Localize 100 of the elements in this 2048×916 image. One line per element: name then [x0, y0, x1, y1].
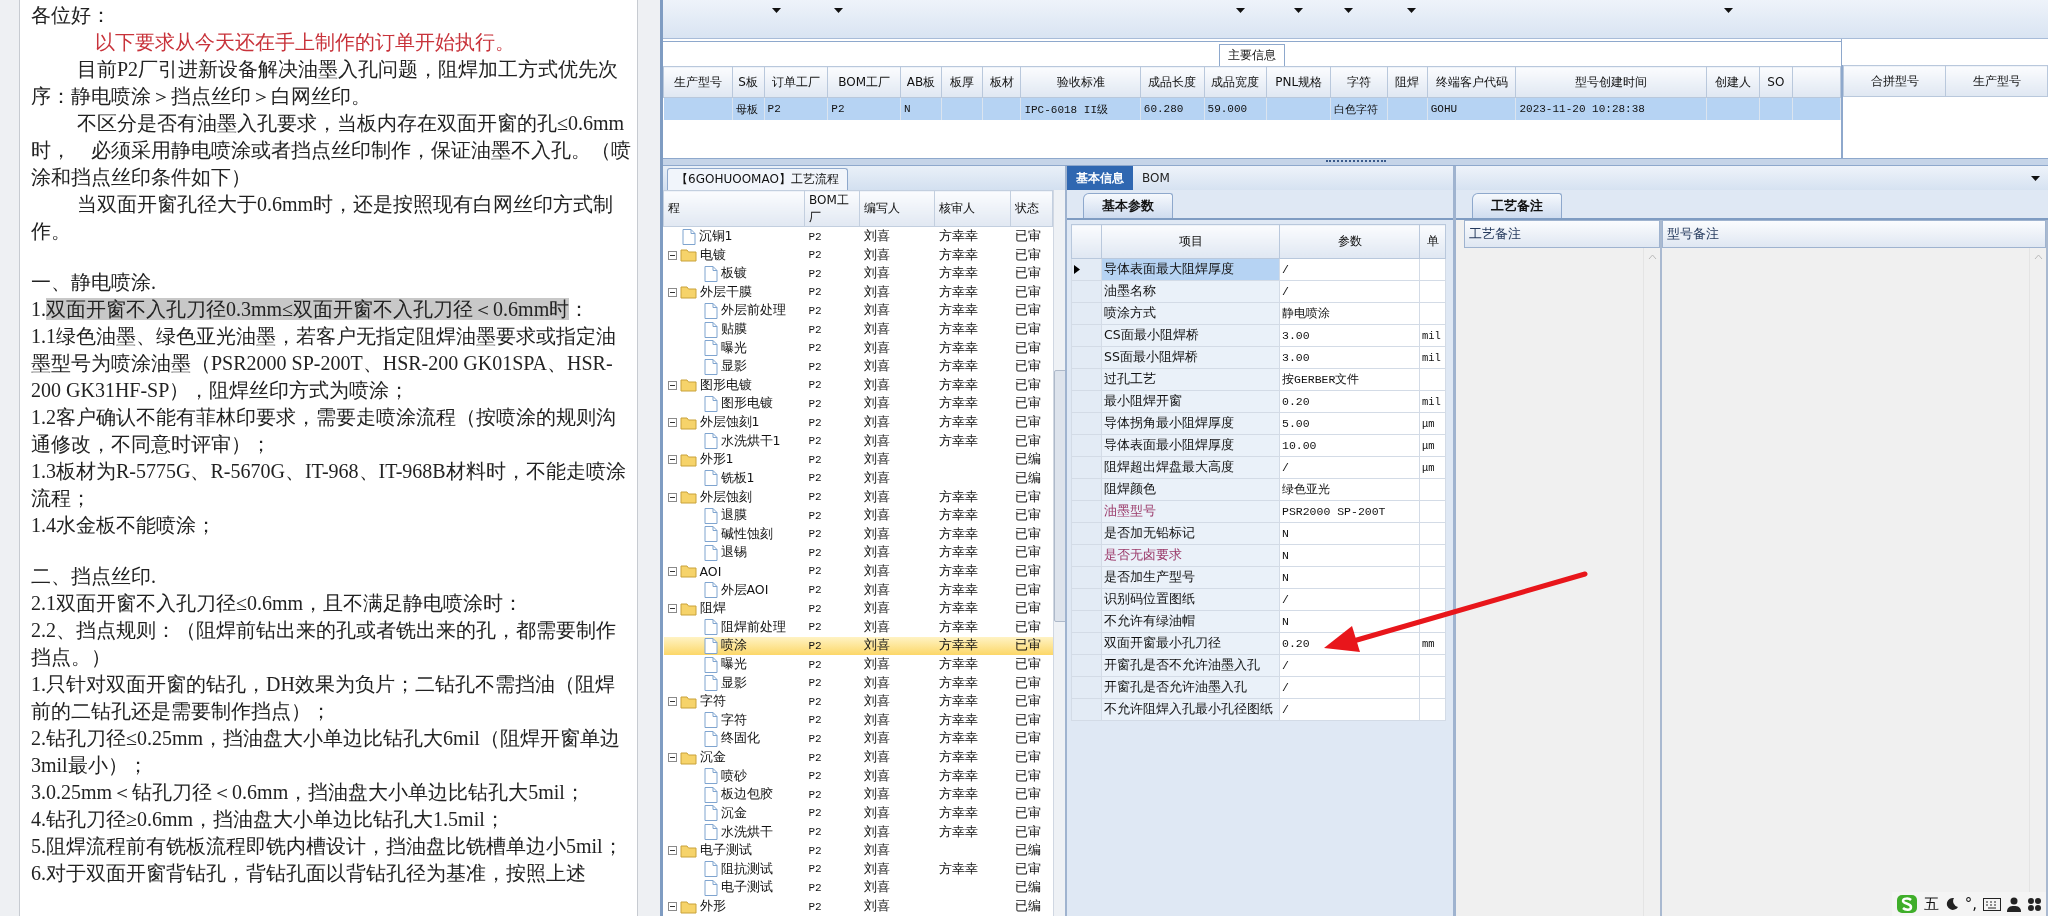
tree-row[interactable]: 字符 P2 刘喜 方幸幸 已审: [663, 711, 1053, 730]
tree-row[interactable]: 板边包胶 P2 刘喜 方幸幸 已审: [663, 785, 1053, 805]
column-header[interactable]: 型号创建时间: [1515, 66, 1707, 98]
column-header[interactable]: 状态: [1010, 190, 1053, 227]
column-header[interactable]: 合拼型号: [1843, 65, 1946, 97]
splitter-grip[interactable]: [1325, 160, 1386, 164]
param-row[interactable]: 油墨名称 /: [1071, 280, 1446, 303]
collapse-icon[interactable]: [667, 697, 677, 707]
tree-row[interactable]: 终固化 P2 刘喜 方幸幸 已审: [663, 729, 1053, 749]
tree-row[interactable]: 电子测试 P2 刘喜 已编: [663, 841, 1053, 860]
param-row[interactable]: 喷涂方式 静电喷涂: [1071, 302, 1446, 325]
person-icon[interactable]: [2007, 896, 2021, 912]
param-row[interactable]: 阻焊颜色 绿色亚光: [1071, 478, 1446, 501]
column-header[interactable]: S板: [732, 66, 765, 98]
tree-row[interactable]: 外层干膜 P2 刘喜 方幸幸 已审: [663, 283, 1053, 302]
param-row[interactable]: 不允许阻焊入孔最小孔径图纸 /: [1071, 698, 1446, 721]
tree-row[interactable]: 图形电镀 P2 刘喜 方幸幸 已审: [663, 376, 1053, 395]
collapse-icon[interactable]: [667, 418, 677, 428]
column-header[interactable]: 工艺备注: [1464, 220, 1660, 248]
tree-row[interactable]: 外层蚀刻1 P2 刘喜 方幸幸 已审: [663, 413, 1053, 432]
tree-row[interactable]: 电子测试 P2 刘喜 已编: [663, 878, 1053, 898]
tree-row[interactable]: 外层蚀刻 P2 刘喜 方幸幸 已审: [663, 487, 1053, 507]
menu-caret-icon[interactable]: [2031, 175, 2040, 181]
column-header[interactable]: BOM工厂: [804, 190, 860, 227]
param-row[interactable]: 导体表面最小阻焊厚度 10.00 μm: [1071, 434, 1446, 457]
column-header[interactable]: 终端客户代码: [1427, 66, 1516, 98]
tree-row[interactable]: 碱性蚀刻 P2 刘喜 方幸幸 已审: [663, 524, 1053, 544]
tree-row[interactable]: 板镀 P2 刘喜 方幸幸 已审: [663, 264, 1053, 284]
collapse-icon[interactable]: [667, 250, 677, 260]
column-header[interactable]: AB板: [900, 66, 942, 98]
collapse-icon[interactable]: [667, 753, 677, 763]
tree-row[interactable]: 沉金 P2 刘喜 方幸幸 已审: [663, 748, 1053, 767]
tree-row[interactable]: 图形电镀 P2 刘喜 方幸幸 已审: [663, 394, 1053, 414]
param-row[interactable]: 开窗孔是否不允许油墨入孔 /: [1071, 654, 1446, 677]
tree-row[interactable]: 喷砂 P2 刘喜 方幸幸 已审: [663, 766, 1053, 786]
tree-row[interactable]: 退锡 P2 刘喜 方幸幸 已审: [663, 543, 1053, 563]
column-header[interactable]: 成品长度: [1140, 66, 1205, 98]
param-row[interactable]: 最小阻焊开窗 0.20 mil: [1071, 390, 1446, 413]
tree-row[interactable]: AOI P2 刘喜 方幸幸 已审: [663, 562, 1053, 581]
moon-icon[interactable]: [1944, 897, 1959, 911]
column-header[interactable]: 型号备注: [1662, 220, 2046, 248]
collapse-icon[interactable]: [667, 287, 677, 297]
tree-row[interactable]: 铣板1 P2 刘喜 已编: [663, 469, 1053, 488]
punctuation-mode-text[interactable]: °,: [1964, 895, 1977, 913]
collapse-icon[interactable]: [667, 380, 677, 390]
param-row[interactable]: 阻焊超出焊盘最大高度 / μm: [1071, 456, 1446, 479]
column-header[interactable]: BOM工厂: [827, 66, 901, 98]
tree-row[interactable]: 曝光 P2 刘喜 方幸幸 已审: [663, 655, 1053, 674]
column-header[interactable]: 成品宽度: [1204, 66, 1267, 98]
tree-row[interactable]: 字符 P2 刘喜 方幸幸 已审: [663, 692, 1053, 712]
dropdown-caret-icon[interactable]: [1294, 8, 1303, 13]
column-header[interactable]: 创建人: [1706, 66, 1760, 98]
column-header[interactable]: 参数: [1279, 224, 1420, 259]
keyboard-icon[interactable]: [1983, 897, 2001, 911]
dropdown-caret-icon[interactable]: [1407, 8, 1416, 13]
param-row[interactable]: 不允许有绿油帽 N: [1071, 610, 1446, 633]
tree-row[interactable]: 阻抗测试 P2 刘喜 方幸幸 已审: [663, 859, 1053, 879]
collapse-icon[interactable]: [667, 604, 677, 614]
dropdown-caret-icon[interactable]: [834, 8, 843, 13]
dropdown-caret-icon[interactable]: [1236, 8, 1245, 13]
param-row[interactable]: 开窗孔是否允许油墨入孔 /: [1071, 676, 1446, 699]
collapse-icon[interactable]: [667, 455, 677, 465]
column-header[interactable]: 程: [663, 190, 805, 227]
param-row[interactable]: 是否无卤要求 N: [1071, 544, 1446, 567]
collapse-icon[interactable]: [667, 902, 677, 912]
panel-tab[interactable]: 工艺备注: [1472, 193, 1562, 218]
param-row[interactable]: 油墨型号 PSR2000 SP-200T: [1071, 500, 1446, 523]
tree-row[interactable]: 外形1 P2 刘喜 已编: [663, 450, 1053, 470]
column-header[interactable]: 项目: [1101, 224, 1280, 259]
param-row[interactable]: 识别码位置图纸 /: [1071, 588, 1446, 611]
column-header[interactable]: SO: [1759, 66, 1793, 98]
column-header[interactable]: 字符: [1330, 66, 1388, 98]
collapse-icon[interactable]: [667, 566, 677, 576]
tab[interactable]: 基本信息: [1067, 166, 1133, 190]
tree-row[interactable]: 曝光 P2 刘喜 方幸幸 已审: [663, 338, 1053, 358]
tree-row[interactable]: 阻焊前处理 P2 刘喜 方幸幸 已审: [663, 618, 1053, 637]
collapse-icon[interactable]: [667, 846, 677, 856]
param-row[interactable]: 双面开窗最小孔刀径 0.20 mm: [1071, 632, 1446, 655]
panel-tab[interactable]: 基本参数: [1083, 193, 1173, 218]
param-row[interactable]: 是否加生产型号 N: [1071, 566, 1446, 589]
column-header[interactable]: 单: [1419, 224, 1446, 259]
column-header[interactable]: 验收标准: [1020, 66, 1141, 98]
param-row[interactable]: CS面最小阻焊桥 3.00 mil: [1071, 324, 1446, 347]
tree-row[interactable]: 外层AOI P2 刘喜 方幸幸 已审: [663, 580, 1053, 600]
tree-row[interactable]: 喷涂 P2 刘喜 方幸幸 已审: [663, 636, 1053, 656]
column-header[interactable]: 板厚: [941, 66, 983, 98]
dropdown-caret-icon[interactable]: [1724, 8, 1733, 13]
input-mode-text[interactable]: 五: [1923, 894, 1939, 914]
table-row[interactable]: 母板 P2 P2 N IPC-6018 II级 60.280 59.000 白色字符 GOHU 2023-11-20 10:28:38: [663, 97, 1841, 120]
param-row[interactable]: 是否加无铅标记 N: [1071, 522, 1446, 545]
column-header[interactable]: 生产型号: [1945, 65, 2048, 97]
tree-row[interactable]: 水洗烘干 P2 刘喜 方幸幸 已审: [663, 822, 1053, 842]
column-header[interactable]: 核审人: [934, 190, 1011, 227]
column-header[interactable]: 板材: [982, 66, 1021, 98]
tree-row[interactable]: 显影 P2 刘喜 方幸幸 已审: [663, 357, 1053, 377]
column-header[interactable]: PNL规格: [1266, 66, 1331, 98]
tree-row[interactable]: 电镀 P2 刘喜 方幸幸 已审: [663, 245, 1053, 265]
tree-row[interactable]: 外形 P2 刘喜 已编: [663, 897, 1053, 916]
tree-row[interactable]: 阻焊 P2 刘喜 方幸幸 已审: [663, 599, 1053, 618]
collapse-icon[interactable]: [667, 492, 677, 502]
